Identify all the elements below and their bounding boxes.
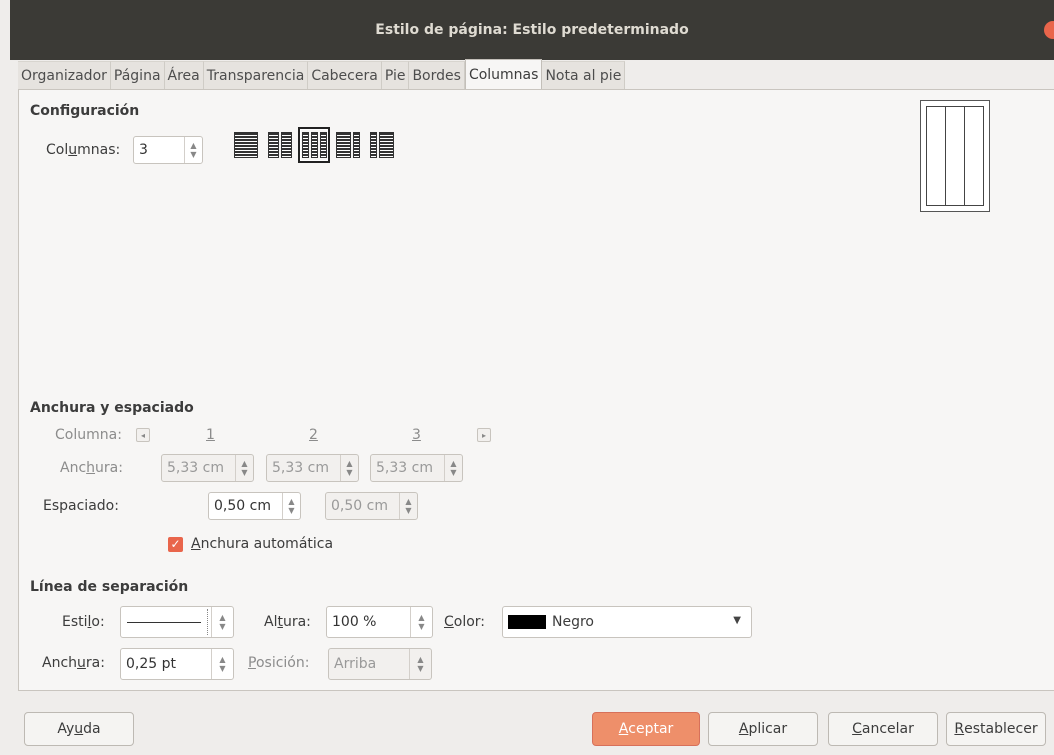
close-icon[interactable] xyxy=(1044,21,1054,39)
line-preview xyxy=(127,622,201,623)
position-label: Posición: xyxy=(248,655,310,671)
width-field-2[interactable]: 5,33 cm ▲ ▼ xyxy=(266,454,359,482)
apply-button[interactable]: Aplicar xyxy=(708,712,818,746)
height-label: Altura: xyxy=(264,614,311,630)
width-field-1[interactable]: 5,33 cm ▲ ▼ xyxy=(161,454,254,482)
ok-button[interactable]: Aceptar xyxy=(592,712,700,746)
width-value-3: 5,33 cm xyxy=(376,460,433,476)
spacing-field-2[interactable]: 0,50 cm ▲ ▼ xyxy=(325,492,418,520)
preset-right-wide-icon[interactable] xyxy=(366,127,398,163)
preset-one-column-icon[interactable] xyxy=(230,127,262,163)
title-bar: Estilo de página: Estilo predeterminado xyxy=(10,0,1054,60)
spin-arrows-icon[interactable]: ▲ ▼ xyxy=(410,607,432,637)
spin-arrows-icon[interactable]: ▲ ▼ xyxy=(282,493,300,519)
line-style-select[interactable]: ▲ ▼ xyxy=(120,606,234,638)
width-value-2: 5,33 cm xyxy=(272,460,329,476)
cancel-button[interactable]: Cancelar xyxy=(828,712,938,746)
left-edge xyxy=(0,60,10,755)
width-value-1: 5,33 cm xyxy=(167,460,224,476)
position-field[interactable]: Arriba ▲ ▼ xyxy=(328,648,432,680)
columns-spinbox[interactable]: 3 ▲ ▼ xyxy=(133,136,203,164)
prev-column-icon[interactable]: ◂ xyxy=(136,428,150,442)
width-spacing-heading: Anchura y espaciado xyxy=(30,400,194,416)
style-label: Estilo: xyxy=(62,614,105,630)
spacing-field-1[interactable]: 0,50 cm ▲ ▼ xyxy=(208,492,301,520)
tab-pagina[interactable]: Página xyxy=(110,61,165,89)
spin-arrows-icon[interactable]: ▲ ▼ xyxy=(211,649,233,679)
line-width-field[interactable]: 0,25 pt ▲ ▼ xyxy=(120,648,234,680)
tab-nota-al-pie[interactable]: Nota al pie xyxy=(542,61,626,89)
color-value: Negro xyxy=(552,614,594,630)
next-column-icon[interactable]: ▸ xyxy=(477,428,491,442)
width-label: Anchura: xyxy=(60,460,123,476)
auto-width-label[interactable]: Anchura automática xyxy=(191,536,333,552)
spin-arrows-icon[interactable]: ▲ ▼ xyxy=(184,137,202,163)
tab-columnas[interactable]: Columnas xyxy=(464,59,543,89)
preset-left-wide-icon[interactable] xyxy=(332,127,364,163)
config-heading: Configuración xyxy=(30,103,140,119)
spin-arrows-icon[interactable]: ▲ ▼ xyxy=(399,493,417,519)
height-value: 100 % xyxy=(332,614,377,630)
tab-area[interactable]: Área xyxy=(164,61,204,89)
tab-bordes[interactable]: Bordes xyxy=(409,61,465,89)
tab-transparencia[interactable]: Transparencia xyxy=(203,61,309,89)
columns-preview xyxy=(920,100,990,212)
column-number-1: 1 xyxy=(206,427,215,443)
column-presets xyxy=(230,127,398,163)
chevron-down-icon[interactable]: ▼ xyxy=(733,615,741,626)
line-width-value: 0,25 pt xyxy=(126,656,176,672)
reset-button[interactable]: Restablecer xyxy=(946,712,1046,746)
position-value: Arriba xyxy=(334,656,377,672)
tab-cabecera[interactable]: Cabecera xyxy=(308,61,382,89)
columns-label: Columnas: xyxy=(46,142,121,158)
columns-panel xyxy=(18,89,1054,691)
color-label: Color: xyxy=(444,614,486,630)
spacing-value-1: 0,50 cm xyxy=(214,498,271,514)
spacing-label: Espaciado: xyxy=(43,498,119,514)
columns-value: 3 xyxy=(139,142,148,158)
spin-arrows-icon[interactable]: ▲ ▼ xyxy=(409,649,431,679)
preset-three-columns-icon[interactable] xyxy=(298,127,330,163)
column-number-2: 2 xyxy=(309,427,318,443)
tab-bar: Organizador Página Área Transparencia Ca… xyxy=(18,59,626,89)
color-swatch xyxy=(508,615,546,629)
tab-organizador[interactable]: Organizador xyxy=(18,61,111,89)
help-button[interactable]: Ay u da xyxy=(24,712,134,746)
preset-two-columns-icon[interactable] xyxy=(264,127,296,163)
spin-arrows-icon[interactable]: ▲ ▼ xyxy=(340,455,358,481)
width-field-3[interactable]: 5,33 cm ▲ ▼ xyxy=(370,454,463,482)
auto-width-checkbox[interactable]: ✓ xyxy=(168,537,183,552)
column-label: Columna: xyxy=(55,427,122,443)
window-title: Estilo de página: Estilo predeterminado xyxy=(375,22,689,38)
spin-arrows-icon[interactable]: ▲ ▼ xyxy=(444,455,462,481)
column-number-3: 3 xyxy=(412,427,421,443)
line-width-label: Anchura: xyxy=(42,655,105,671)
tab-pie[interactable]: Pie xyxy=(381,61,410,89)
spin-arrows-icon[interactable]: ▲ ▼ xyxy=(235,455,253,481)
spacing-value-2: 0,50 cm xyxy=(331,498,388,514)
spin-arrows-icon[interactable]: ▲ ▼ xyxy=(211,607,233,637)
height-field[interactable]: 100 % ▲ ▼ xyxy=(326,606,433,638)
color-dropdown[interactable]: Negro ▼ xyxy=(502,606,752,638)
separator-heading: Línea de separación xyxy=(30,579,189,595)
